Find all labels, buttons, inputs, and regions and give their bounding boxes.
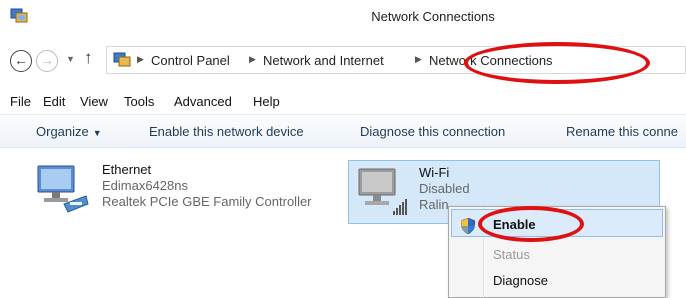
annotation-ellipse [478,206,584,242]
forward-arrow-icon[interactable]: → [36,50,58,72]
organize-label: Organize [36,124,89,139]
breadcrumb-separator-icon[interactable]: ▶ [249,54,256,65]
connection-adapter: Ralin [419,197,449,212]
connection-name: Wi-Fi [419,165,450,180]
wifi-adapter-icon [358,168,407,215]
annotation-ellipse [464,42,650,84]
enable-device-button[interactable]: Enable this network device [149,124,304,139]
context-menu-item-status: Status [493,247,530,262]
window-title: Network Connections [371,9,495,24]
control-panel-icon [113,52,131,67]
menu-help[interactable]: Help [253,94,280,109]
breadcrumb-separator-icon[interactable]: ▶ [415,54,422,65]
connection-ethernet[interactable]: Ethernet Edimax6428ns Realtek PCIe GBE F… [30,158,340,222]
title-bar: Network Connections [0,0,686,34]
recent-locations-chevron-icon[interactable]: ▼ [66,54,75,64]
breadcrumb-network-and-internet[interactable]: Network and Internet [263,53,384,68]
connection-network: Edimax6428ns [102,178,188,193]
connection-status: Disabled [419,181,470,196]
menu-edit[interactable]: Edit [43,94,65,109]
diagnose-connection-button[interactable]: Diagnose this connection [360,124,505,139]
rename-connection-button[interactable]: Rename this conne [566,124,678,139]
organize-button[interactable]: Organize ▼ [36,124,102,139]
chevron-down-icon: ▼ [92,128,102,138]
back-arrow-icon[interactable]: ← [10,50,32,72]
command-bar: Organize ▼ Enable this network device Dia… [0,114,686,148]
menu-tools[interactable]: Tools [124,94,154,109]
connection-adapter: Realtek PCIe GBE Family Controller [102,194,312,209]
uac-shield-icon [461,218,475,234]
context-menu-item-diagnose[interactable]: Diagnose [493,273,548,288]
menu-advanced[interactable]: Advanced [174,94,232,109]
connection-name: Ethernet [102,162,152,177]
ethernet-adapter-icon [37,165,89,213]
menu-view[interactable]: View [80,94,108,109]
breadcrumb-control-panel[interactable]: Control Panel [151,53,230,68]
breadcrumb-separator-icon[interactable]: ▶ [137,54,144,65]
up-arrow-icon[interactable]: ↑ [84,48,93,68]
menu-file[interactable]: File [10,94,31,109]
menu-bar: File Edit View Tools Advanced Help [0,90,686,114]
